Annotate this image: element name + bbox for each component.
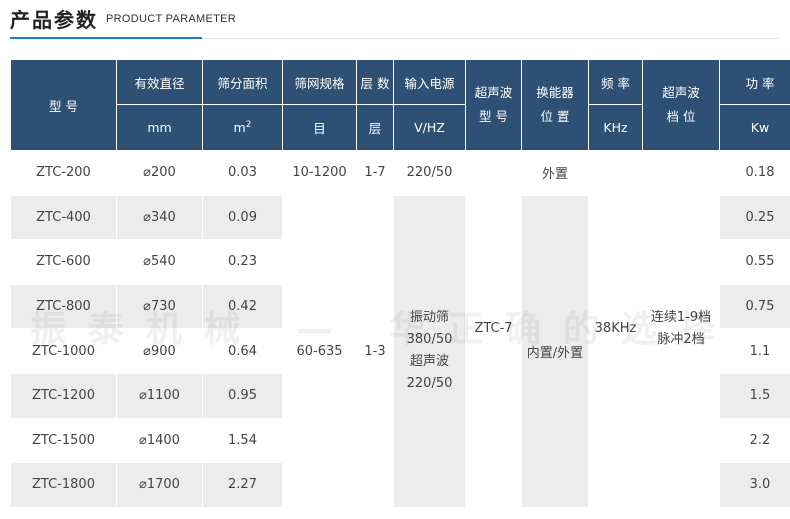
cell-area: 0.42: [202, 283, 283, 330]
header-layers-unit: 层: [356, 104, 394, 151]
cell-mesh-merged: 60-635: [282, 194, 357, 508]
section-subtitle: PRODUCT PARAMETER: [106, 13, 236, 25]
cell-power-input: 220/50: [393, 150, 466, 196]
cell-diameter: ⌀730: [116, 283, 203, 330]
cell-area: 0.95: [202, 372, 283, 419]
section-header: 产品参数 PRODUCT PARAMETER: [10, 2, 780, 38]
cell-power: 1.1: [719, 328, 790, 374]
header-area-unit: m2: [202, 104, 283, 151]
header-frequency-unit: KHz: [588, 104, 643, 151]
table-row: ZTC-200 ⌀200 0.03 10-1200 1-7 220/50 ZTC…: [10, 150, 790, 508]
cell-model: ZTC-400: [10, 194, 117, 241]
cell-model: ZTC-800: [10, 283, 117, 330]
cell-model: ZTC-200: [10, 150, 117, 196]
header-mesh-unit: 目: [282, 104, 357, 151]
cell-area: 0.23: [202, 239, 283, 285]
cell-power: 0.75: [719, 283, 790, 330]
cell-power: 3.0: [719, 462, 790, 508]
header-frequency: 频 率: [588, 59, 643, 105]
cell-transducer-merged: 内置/外置: [521, 194, 589, 508]
header-model: 型 号: [10, 59, 117, 151]
cell-transducer: 外置: [521, 150, 589, 196]
cell-power: 0.18: [719, 150, 790, 196]
cell-frequency: 38KHz: [588, 150, 643, 508]
cell-model: ZTC-1500: [10, 417, 117, 464]
cell-ultra-model: ZTC-7: [465, 150, 522, 508]
header-area: 筛分面积: [202, 59, 283, 105]
cell-model: ZTC-1200: [10, 372, 117, 419]
area-unit-base: m: [233, 120, 246, 136]
cell-layers-merged: 1-3: [356, 194, 394, 508]
cell-power: 1.5: [719, 372, 790, 419]
header-power: 功 率: [719, 59, 790, 105]
cell-diameter: ⌀900: [116, 328, 203, 374]
cell-power-input-merged: 振动筛 380/50 超声波 220/50: [393, 194, 466, 508]
header-power-unit: Kw: [719, 104, 790, 151]
header-layers: 层 数: [356, 59, 394, 105]
cell-diameter: ⌀1100: [116, 372, 203, 419]
cell-model: ZTC-1000: [10, 328, 117, 374]
header-mesh: 筛网规格: [282, 59, 357, 105]
header-diameter-unit: mm: [116, 104, 203, 151]
title-underline: [202, 38, 780, 39]
header-power-input: 输入电源: [393, 59, 466, 105]
cell-power: 0.25: [719, 194, 790, 241]
cell-model: ZTC-1800: [10, 462, 117, 508]
cell-mesh: 10-1200: [282, 150, 357, 196]
cell-area: 2.27: [202, 462, 283, 508]
cell-layers: 1-7: [356, 150, 394, 196]
product-parameter-table: 型 号 有效直径 筛分面积 筛网规格 层 数 输入电源 超声波 型 号 换能器 …: [10, 59, 790, 508]
cell-area: 0.64: [202, 328, 283, 374]
header-ultra-model: 超声波 型 号: [465, 59, 522, 151]
cell-diameter: ⌀540: [116, 239, 203, 285]
cell-area: 0.09: [202, 194, 283, 241]
cell-model: ZTC-600: [10, 239, 117, 285]
cell-diameter: ⌀1700: [116, 462, 203, 508]
area-unit-exponent: 2: [245, 119, 252, 130]
cell-gear: 连续1-9档 脉冲2档: [642, 150, 720, 508]
cell-diameter: ⌀340: [116, 194, 203, 241]
title-underline-accent: [10, 37, 202, 39]
header-transducer: 换能器 位 置: [521, 59, 589, 151]
cell-diameter: ⌀200: [116, 150, 203, 196]
cell-power: 2.2: [719, 417, 790, 464]
header-gear: 超声波 档 位: [642, 59, 720, 151]
cell-area: 0.03: [202, 150, 283, 196]
cell-diameter: ⌀1400: [116, 417, 203, 464]
cell-power: 0.55: [719, 239, 790, 285]
cell-area: 1.54: [202, 417, 283, 464]
section-title: 产品参数: [10, 8, 98, 32]
header-power-input-unit: V/HZ: [393, 104, 466, 151]
header-diameter: 有效直径: [116, 59, 203, 105]
